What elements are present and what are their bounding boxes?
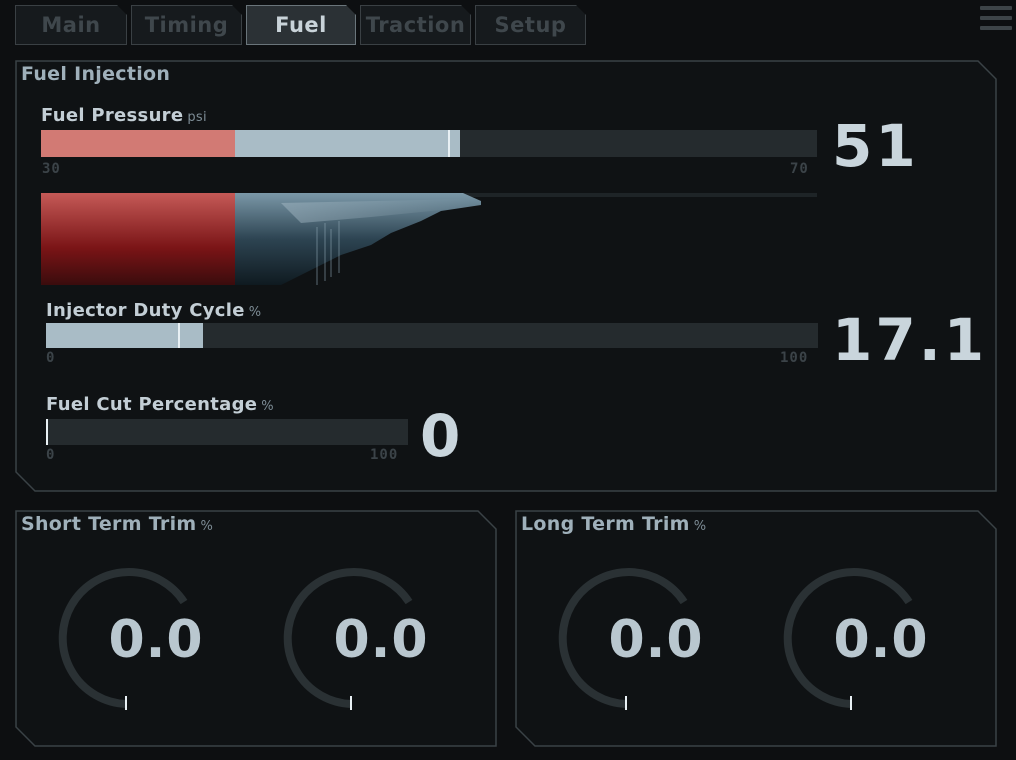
fuel-cut-value: 0 xyxy=(420,402,464,470)
tab-fuel[interactable]: Fuel xyxy=(246,5,356,45)
fuel-pressure-label: Fuel Pressure psi xyxy=(41,105,207,126)
injector-duty-marker xyxy=(178,323,180,348)
menu-icon[interactable] xyxy=(980,6,1012,34)
panel-title: Fuel Injection xyxy=(21,63,171,85)
injector-duty-min: 0 xyxy=(46,350,56,366)
panel-title: Short Term Trim% xyxy=(21,513,214,535)
injector-duty-label: Injector Duty Cycle% xyxy=(46,300,262,321)
fuel-pressure-value: 51 xyxy=(832,112,919,180)
injector-duty-max: 100 xyxy=(780,350,809,366)
fuel-cut-marker xyxy=(46,419,48,445)
fuel-cut-max: 100 xyxy=(370,447,399,463)
fuel-pressure-low-zone xyxy=(41,130,235,157)
fuel-cut-label: Fuel Cut Percentage% xyxy=(46,394,274,415)
stft-gauge-1-value: 0.0 xyxy=(108,610,204,670)
injector-duty-bar xyxy=(46,323,818,348)
fuel-cut-bar xyxy=(46,419,408,445)
fuel-pressure-max: 70 xyxy=(790,161,809,177)
stft-gauge-2-value: 0.0 xyxy=(333,610,429,670)
fuel-cut-min: 0 xyxy=(46,447,56,463)
panel-title: Long Term Trim% xyxy=(521,513,707,535)
tab-timing[interactable]: Timing xyxy=(131,5,242,45)
fuel-pressure-history-graph xyxy=(41,193,817,285)
injector-duty-value: 17.1 xyxy=(832,306,988,374)
fuel-pressure-bar xyxy=(41,130,817,157)
ltft-gauge-2-value: 0.0 xyxy=(833,610,929,670)
tab-traction[interactable]: Traction xyxy=(360,5,471,45)
tab-setup[interactable]: Setup xyxy=(475,5,586,45)
fuel-pressure-min: 30 xyxy=(42,161,61,177)
history-low-zone xyxy=(41,193,235,285)
ltft-gauge-1-value: 0.0 xyxy=(608,610,704,670)
fuel-pressure-marker xyxy=(448,130,451,157)
tab-main[interactable]: Main xyxy=(15,5,127,45)
